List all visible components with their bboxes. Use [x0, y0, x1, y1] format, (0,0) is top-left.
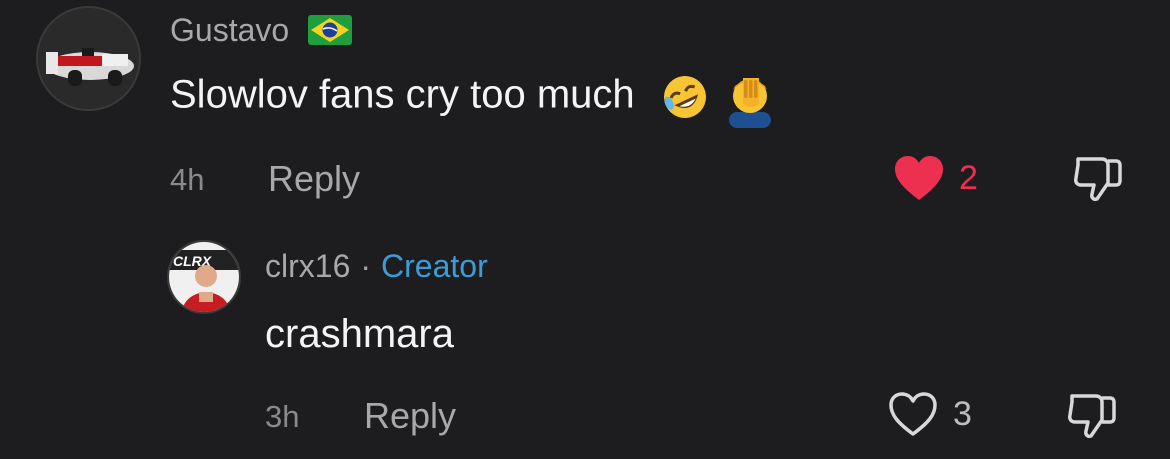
comment-item: Gustavo Slowlov fans cry too much 4h Rep… — [0, 0, 1170, 230]
like-count: 2 — [959, 159, 978, 197]
reply-button[interactable]: Reply — [268, 161, 360, 197]
thumbs-down-icon — [1068, 394, 1116, 438]
separator-dot: · — [360, 248, 372, 284]
reply-like-button[interactable]: 3 — [887, 390, 972, 438]
reply-to-reply-button[interactable]: Reply — [364, 398, 456, 434]
reply-like-count: 3 — [953, 395, 972, 433]
reply-username-row: clrx16 · Creator — [265, 250, 488, 282]
heart-filled-icon — [895, 156, 943, 200]
creator-badge: Creator — [381, 248, 488, 284]
reply-text: crashmara — [265, 312, 454, 356]
person-avatar-image: CLRX — [169, 242, 239, 312]
f1-car-avatar-image — [38, 8, 139, 109]
comment-username[interactable]: Gustavo — [170, 14, 353, 46]
rolling-on-floor-laughing-emoji — [660, 72, 710, 122]
reply-username[interactable]: clrx16 — [265, 248, 350, 284]
avatar-clrx16[interactable]: CLRX — [167, 240, 241, 314]
avatar-gustavo[interactable] — [36, 6, 141, 111]
comment-text: Slowlov fans cry too much — [170, 72, 775, 128]
face-palm-emoji — [725, 72, 775, 128]
reply-timestamp: 3h — [265, 399, 300, 434]
reply-dislike-button[interactable] — [1066, 390, 1118, 445]
like-button[interactable]: 2 — [893, 154, 978, 202]
reply-item: CLRX clrx16 · Creator crashmara 3h Reply 3 — [0, 230, 1170, 459]
heart-outline-icon — [889, 392, 937, 436]
dislike-button[interactable] — [1072, 153, 1124, 208]
brazil-flag-icon — [308, 15, 353, 45]
comment-timestamp: 4h — [170, 162, 205, 197]
thumbs-down-icon — [1074, 157, 1122, 201]
